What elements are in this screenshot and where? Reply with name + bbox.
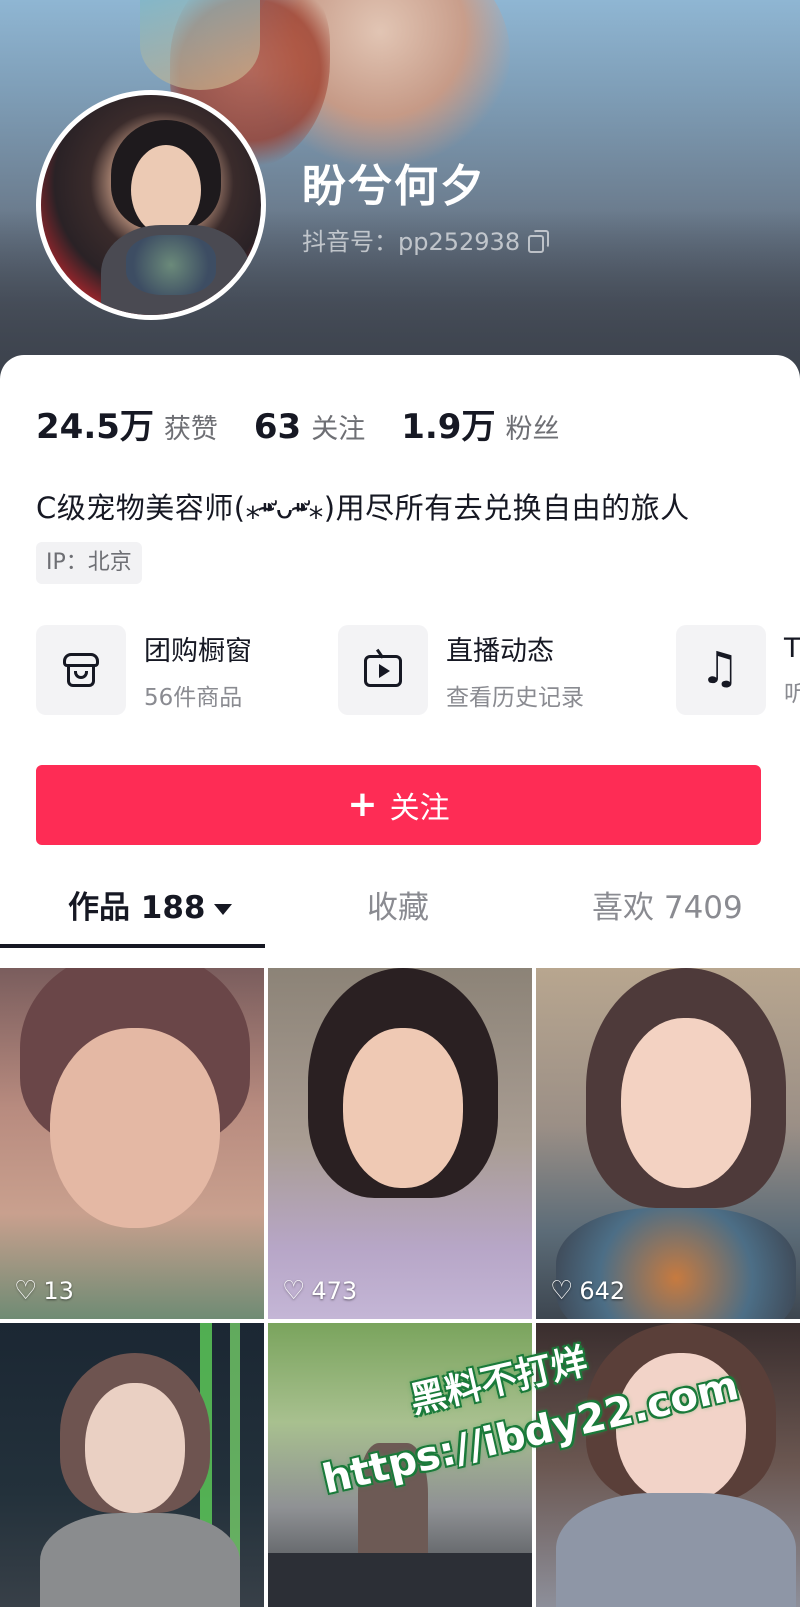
shortcut-live[interactable]: 直播动态 查看历史记录 [338, 625, 584, 715]
shortcut-music[interactable]: ♫ T 听 [676, 625, 800, 715]
heart-icon: ♡ [550, 1276, 574, 1306]
stat-following[interactable]: 63 关注 [254, 407, 365, 447]
tab-works[interactable]: 作品 188 [68, 882, 232, 927]
shortcut-title: T [784, 632, 800, 664]
video-thumbnail[interactable] [0, 1323, 264, 1607]
follow-button[interactable]: + 关注 [36, 765, 761, 845]
plus-icon: + [347, 784, 378, 825]
heart-icon: ♡ [14, 1276, 38, 1306]
profile-stats: 24.5万 获赞 63 关注 1.9万 粉丝 [36, 399, 595, 448]
profile-bio: C级宠物美容师(⁎⁍̴̛ᴗ⁍̴̛⁎)用尽所有去兑换自由的旅人 [36, 491, 690, 525]
shortcut-row: 团购橱窗 56件商品 直播动态 查看历史记录 ♫ T 听 [36, 625, 800, 717]
shortcut-group-buy[interactable]: 团购橱窗 56件商品 [36, 625, 252, 715]
shortcut-subtitle: 查看历史记录 [446, 684, 584, 711]
video-thumbnail[interactable]: ♡ 473 [268, 968, 532, 1319]
stat-likes-value: 24.5万 [36, 407, 154, 447]
ip-location-tag: IP：北京 [36, 542, 142, 584]
stat-following-label: 关注 [311, 414, 366, 445]
tab-active-indicator [0, 944, 265, 948]
shortcut-subtitle: 听 [784, 680, 800, 707]
stat-followers-label: 粉丝 [505, 414, 560, 445]
stat-followers-value: 1.9万 [401, 407, 496, 447]
music-note-icon: ♫ [676, 625, 766, 715]
douyin-id-text: 抖音号：pp252938 [302, 228, 521, 256]
tab-liked[interactable]: 喜欢 7409 [592, 882, 743, 927]
stat-likes-label: 获赞 [163, 414, 218, 445]
shortcut-subtitle: 56件商品 [144, 684, 243, 711]
video-thumbnail[interactable]: ♡ 642 [536, 968, 800, 1319]
douyin-id[interactable]: 抖音号：pp252938 [302, 222, 550, 257]
content-tabs: 作品 188 收藏 喜欢 7409 [0, 860, 800, 950]
shortcut-title: 直播动态 [446, 635, 554, 667]
follow-button-label: 关注 [389, 791, 450, 826]
tab-works-label: 作品 188 [68, 890, 206, 926]
avatar[interactable] [36, 90, 266, 320]
video-likes: ♡ 642 [550, 1276, 626, 1306]
tab-favorites[interactable]: 收藏 [367, 882, 429, 927]
copy-icon[interactable] [526, 229, 550, 253]
tv-icon [338, 625, 428, 715]
stat-followers[interactable]: 1.9万 粉丝 [401, 399, 559, 448]
caret-down-icon [213, 904, 232, 915]
video-thumbnail[interactable]: ♡ 13 [0, 968, 264, 1319]
heart-icon: ♡ [282, 1276, 306, 1306]
stat-likes[interactable]: 24.5万 获赞 [36, 399, 218, 448]
shortcut-title: 团购橱窗 [144, 635, 252, 667]
video-likes: ♡ 13 [14, 1276, 74, 1306]
stat-following-value: 63 [253, 407, 302, 447]
profile-name: 盼兮何夕 [302, 161, 486, 212]
video-likes: ♡ 473 [282, 1276, 358, 1306]
shop-icon [36, 625, 126, 715]
